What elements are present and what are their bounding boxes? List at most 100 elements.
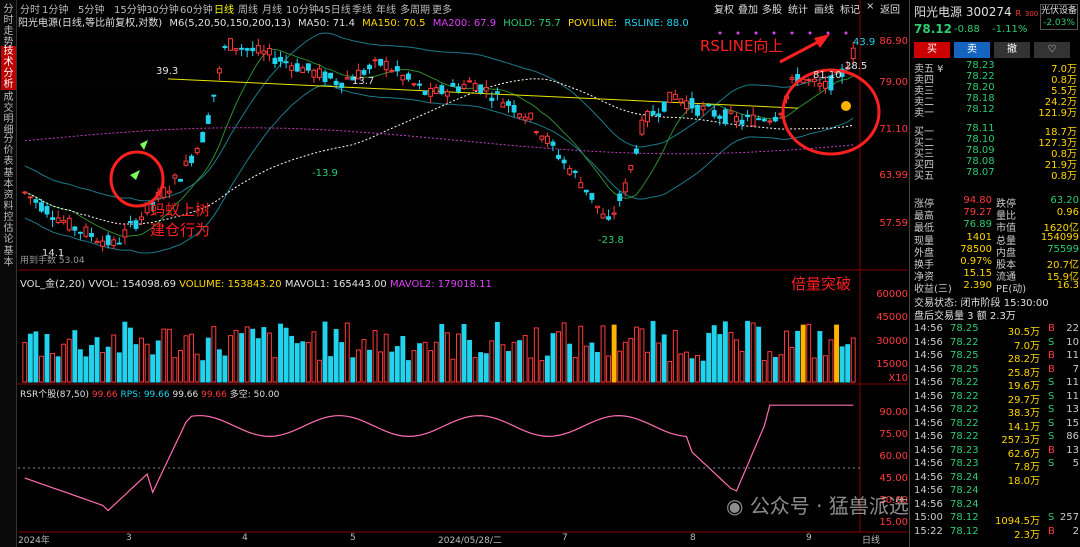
stock-tag2: 300 xyxy=(1024,10,1039,18)
volume-bar xyxy=(389,351,395,383)
side-tab-bar: 分时走势 技术分析 成交明细 分价表 基本资料 控估论 基本 xyxy=(0,0,17,547)
candle-body xyxy=(300,67,306,74)
tick-count: 257 xyxy=(1059,512,1079,523)
volume-bar xyxy=(789,346,795,383)
tick-side: B xyxy=(1048,363,1055,375)
volume-bar xyxy=(728,331,734,383)
volume-bar xyxy=(772,356,778,383)
ask-label: 卖一 xyxy=(914,108,934,119)
price-annotation: 13.7 xyxy=(352,76,375,87)
candle-body xyxy=(417,83,422,86)
price-tick: 57.59 xyxy=(879,218,908,229)
stat-value: 154099 xyxy=(1040,231,1079,243)
signal-dot xyxy=(808,31,812,35)
tick-count: 86 xyxy=(1066,431,1079,442)
bid-row[interactable]: 买五 78.07 0.8万 xyxy=(910,167,1080,182)
bid-price: 78.08 xyxy=(966,156,995,167)
side-tab-profile[interactable]: 基本资料 xyxy=(1,168,16,212)
volume-bar xyxy=(711,325,717,383)
price-change: -0.88 xyxy=(954,24,980,35)
favorite-icon[interactable]: ♡ xyxy=(1034,42,1070,58)
volume-bar xyxy=(417,343,422,383)
volume-bar xyxy=(628,337,634,383)
stats-row: 现量 1401 总量 154099 xyxy=(910,231,1080,247)
tick-time: 14:56 xyxy=(914,323,943,334)
volume-bar xyxy=(567,343,573,383)
candle-body xyxy=(367,64,372,70)
tick-row: 14:56 78.25 30.5万 B 22 xyxy=(910,323,1080,338)
sector-change: -2.03% xyxy=(1043,18,1075,28)
sell-button[interactable]: 卖 xyxy=(954,42,990,58)
money-bag-icon xyxy=(841,101,851,111)
candle-body xyxy=(33,199,39,203)
candle-body xyxy=(806,79,812,82)
tick-count: 11 xyxy=(1066,350,1079,361)
candle-body xyxy=(50,217,56,221)
candle-body xyxy=(567,168,573,175)
candle-body xyxy=(539,135,545,140)
price-annotation: 39.3 xyxy=(156,66,179,77)
candle-body xyxy=(166,190,172,194)
tick-row: 14:56 78.22 19.6万 S 11 xyxy=(910,377,1080,392)
tick-side: S xyxy=(1048,417,1055,429)
buy-button[interactable]: 买 xyxy=(914,42,950,58)
volume-bar xyxy=(194,353,200,383)
volume-bar xyxy=(127,327,133,383)
side-tab-valuation[interactable]: 控估论 xyxy=(1,212,16,245)
candle-body xyxy=(717,115,723,119)
candle-body xyxy=(489,97,495,102)
stat-value: 63.20 xyxy=(1050,195,1079,206)
volume-bar xyxy=(678,353,684,383)
side-tab-timeshare[interactable]: 分时走势 xyxy=(1,4,16,48)
candle-body xyxy=(734,116,739,123)
candle-body xyxy=(611,212,617,215)
tick-side: S xyxy=(1048,390,1055,402)
bid-price: 78.10 xyxy=(966,134,995,145)
tick-price: 78.23 xyxy=(950,444,979,456)
candle-body xyxy=(689,98,695,109)
volume-bar xyxy=(467,340,473,383)
volume-bar xyxy=(372,330,378,383)
candle-body xyxy=(233,48,239,51)
candle-body xyxy=(550,141,556,146)
volume-bar xyxy=(600,325,606,383)
date-tick: 9 xyxy=(806,533,812,543)
volume-bar xyxy=(850,337,856,383)
stat-value: 76.89 xyxy=(963,219,992,231)
volume-bar xyxy=(394,346,400,383)
cancel-order-button[interactable]: 撤 xyxy=(994,42,1030,58)
volume-bar xyxy=(216,349,222,383)
candle-body xyxy=(216,68,222,74)
tick-price: 78.22 xyxy=(950,377,979,388)
highlight-circle xyxy=(109,150,165,208)
ask-row[interactable]: 卖一 78.12 121.9万 xyxy=(910,104,1080,119)
vol-label: VOL_金(2,20) xyxy=(20,279,86,290)
volume-bar xyxy=(539,360,545,383)
volume-bar xyxy=(578,325,584,383)
side-tab-price-table[interactable]: 分价表 xyxy=(1,134,16,167)
side-tab-trades[interactable]: 成交明细 xyxy=(1,92,16,136)
volume-bar xyxy=(444,332,450,383)
tick-count: 15 xyxy=(1066,417,1079,429)
volume-bar xyxy=(317,359,322,383)
mavol1-value: MAVOL1: 165443.00 xyxy=(284,279,387,290)
ask-price: 78.22 xyxy=(966,71,995,82)
sector-box[interactable]: 光伏设备 -2.03% xyxy=(1040,4,1078,30)
side-tab-basic[interactable]: 基本 xyxy=(1,246,16,268)
volume-bar xyxy=(845,344,851,383)
tick-price: 78.24 xyxy=(950,471,979,483)
kline-chart[interactable] xyxy=(18,0,908,547)
bid-volume: 0.8万 xyxy=(1051,171,1077,182)
tick-time: 14:56 xyxy=(914,417,943,429)
volume-bar xyxy=(172,357,178,383)
tick-row: 14:56 78.25 28.2万 B 11 xyxy=(910,350,1080,365)
candle-body xyxy=(194,148,200,154)
volume-bar xyxy=(89,345,94,383)
stat-value: 0.96 xyxy=(1056,207,1079,219)
vol-tick: 15000 xyxy=(876,359,908,370)
side-tab-technical[interactable]: 技术分析 xyxy=(1,46,16,90)
tick-side: B xyxy=(1048,350,1055,361)
price-pct: -1.11% xyxy=(992,24,1028,35)
candle-body xyxy=(72,226,78,231)
tick-row: 14:56 78.24 18.0万 xyxy=(910,471,1080,487)
